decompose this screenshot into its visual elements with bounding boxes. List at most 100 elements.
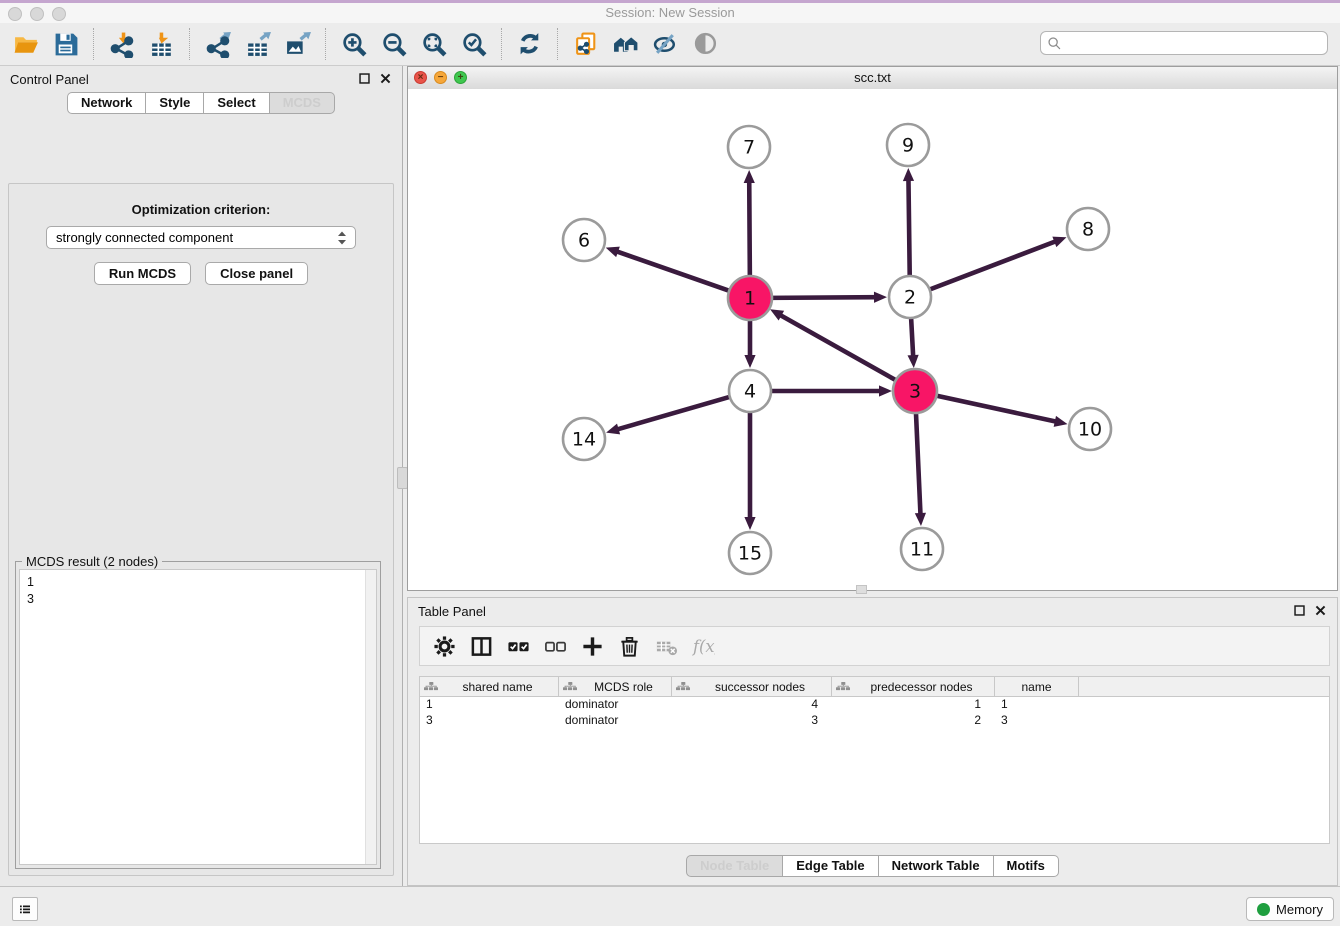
table-cell: 3	[995, 713, 1079, 729]
add-column-button[interactable]	[574, 629, 611, 663]
close-table-panel-icon[interactable]	[1314, 604, 1327, 617]
export-table-button[interactable]	[238, 25, 278, 63]
canvas-scroll-grip[interactable]	[856, 585, 867, 594]
graph-node-11[interactable]: 11	[901, 528, 943, 570]
tab-mcds[interactable]: MCDS	[270, 92, 335, 114]
new-network-from-selection-button[interactable]	[566, 25, 606, 63]
svg-text:1: 1	[744, 288, 756, 310]
mcds-result-textarea[interactable]: 13	[19, 569, 377, 865]
run-mcds-button[interactable]: Run MCDS	[94, 262, 191, 285]
node-table[interactable]: shared nameMCDS rolesuccessor nodesprede…	[419, 676, 1330, 844]
first-neighbors-button[interactable]	[606, 25, 646, 63]
graph-node-15[interactable]: 15	[729, 532, 771, 574]
show-all-button[interactable]	[686, 25, 726, 63]
network-canvas[interactable]: 7 9 6 8 1 2 4 3 14 10 15 11	[408, 89, 1337, 590]
graph-edge-3-1[interactable]	[770, 309, 898, 381]
result-scrollbar[interactable]	[365, 570, 376, 864]
table-header-row: shared nameMCDS rolesuccessor nodesprede…	[420, 677, 1329, 697]
graph-node-2[interactable]: 2	[889, 276, 931, 318]
tab-motifs[interactable]: Motifs	[994, 855, 1059, 877]
criterion-dropdown[interactable]: strongly connected component	[46, 226, 356, 249]
column-header-shared-name[interactable]: shared name	[420, 677, 559, 696]
application-window: Session: New Session Control Panel Netwo…	[0, 0, 1340, 926]
close-panel-button[interactable]: Close panel	[205, 262, 308, 285]
optimization-criterion-label: Optimization criterion:	[9, 202, 393, 217]
table-cell: 1	[995, 697, 1079, 713]
search-icon	[1047, 36, 1062, 51]
search-input[interactable]	[1066, 35, 1321, 52]
delete-column-button[interactable]	[611, 629, 648, 663]
import-table-button[interactable]	[142, 25, 182, 63]
search-box[interactable]	[1040, 31, 1328, 55]
graph-edge-2-9[interactable]	[903, 168, 914, 277]
graph-edge-1-7[interactable]	[744, 170, 755, 278]
graph-edge-2-8[interactable]	[929, 237, 1067, 290]
graph-node-6[interactable]: 6	[563, 219, 605, 261]
network-graph[interactable]: 7 9 6 8 1 2 4 3 14 10 15 11	[408, 89, 1337, 590]
svg-text:f(x): f(x)	[692, 636, 715, 655]
graph-node-7[interactable]: 7	[728, 126, 770, 168]
close-panel-icon[interactable]	[379, 72, 392, 85]
graph-edge-3-10[interactable]	[935, 395, 1068, 427]
table-row[interactable]: 3dominator323	[420, 713, 1329, 729]
table-row[interactable]: 1dominator411	[420, 697, 1329, 713]
select-all-button[interactable]	[500, 629, 537, 663]
graph-edge-4-15[interactable]	[744, 411, 755, 530]
graph-edge-2-3[interactable]	[907, 317, 918, 368]
tab-node-table[interactable]: Node Table	[686, 855, 783, 877]
column-header-predecessor-nodes[interactable]: predecessor nodes	[832, 677, 995, 696]
graph-edge-1-2[interactable]	[770, 292, 887, 303]
graph-node-14[interactable]: 14	[563, 418, 605, 460]
float-table-panel-icon[interactable]	[1293, 604, 1306, 617]
svg-text:7: 7	[743, 137, 755, 159]
delete-table-button	[648, 629, 685, 663]
settings-gear-button[interactable]	[426, 629, 463, 663]
export-network-button[interactable]	[198, 25, 238, 63]
graph-edge-4-14[interactable]	[606, 397, 731, 435]
tab-edge-table[interactable]: Edge Table	[783, 855, 878, 877]
column-visibility-button[interactable]	[463, 629, 500, 663]
float-panel-icon[interactable]	[358, 72, 371, 85]
tab-style[interactable]: Style	[146, 92, 204, 114]
status-bar: Memory	[0, 886, 1340, 926]
graph-node-1[interactable]: 1	[728, 276, 772, 320]
tab-select[interactable]: Select	[204, 92, 269, 114]
hierarchy-icon	[563, 680, 577, 693]
column-header-successor-nodes[interactable]: successor nodes	[672, 677, 832, 696]
zoom-selected-button[interactable]	[454, 25, 494, 63]
graph-edge-4-3[interactable]	[770, 385, 892, 396]
import-table-icon	[149, 31, 176, 58]
graph-node-4[interactable]: 4	[729, 370, 771, 412]
mcds-result-groupbox: MCDS result (2 nodes) 13	[15, 561, 381, 869]
zoom-out-button[interactable]	[374, 25, 414, 63]
graph-node-3[interactable]: 3	[893, 369, 937, 413]
graph-edge-3-11[interactable]	[915, 411, 926, 526]
deselect-all-button[interactable]	[537, 629, 574, 663]
graph-node-9[interactable]: 9	[887, 124, 929, 166]
zoom-in-button[interactable]	[334, 25, 374, 63]
graph-edge-1-6[interactable]	[606, 247, 731, 292]
column-header-MCDS-role[interactable]: MCDS role	[559, 677, 672, 696]
export-image-button[interactable]	[278, 25, 318, 63]
graph-node-8[interactable]: 8	[1067, 208, 1109, 250]
zoom-fit-button[interactable]	[414, 25, 454, 63]
open-file-button[interactable]	[6, 25, 46, 63]
tab-network-table[interactable]: Network Table	[879, 855, 994, 877]
memory-button-label: Memory	[1276, 902, 1323, 917]
function-builder-button: f(x)	[685, 629, 722, 663]
graph-edge-1-4[interactable]	[744, 318, 755, 368]
save-session-button[interactable]	[46, 25, 86, 63]
network-title: scc.txt	[408, 70, 1337, 85]
graph-node-10[interactable]: 10	[1069, 408, 1111, 450]
network-window-titlebar[interactable]: × − + scc.txt	[408, 67, 1337, 90]
column-header-name[interactable]: name	[995, 677, 1079, 696]
settings-gear-icon	[433, 635, 456, 658]
refresh-view-button[interactable]	[510, 25, 550, 63]
import-network-button[interactable]	[102, 25, 142, 63]
task-history-button[interactable]	[12, 897, 38, 921]
memory-button[interactable]: Memory	[1246, 897, 1334, 921]
tab-network[interactable]: Network	[67, 92, 146, 114]
window-title: Session: New Session	[0, 5, 1340, 20]
zoom-in-icon	[341, 31, 368, 58]
hide-selected-button[interactable]	[646, 25, 686, 63]
